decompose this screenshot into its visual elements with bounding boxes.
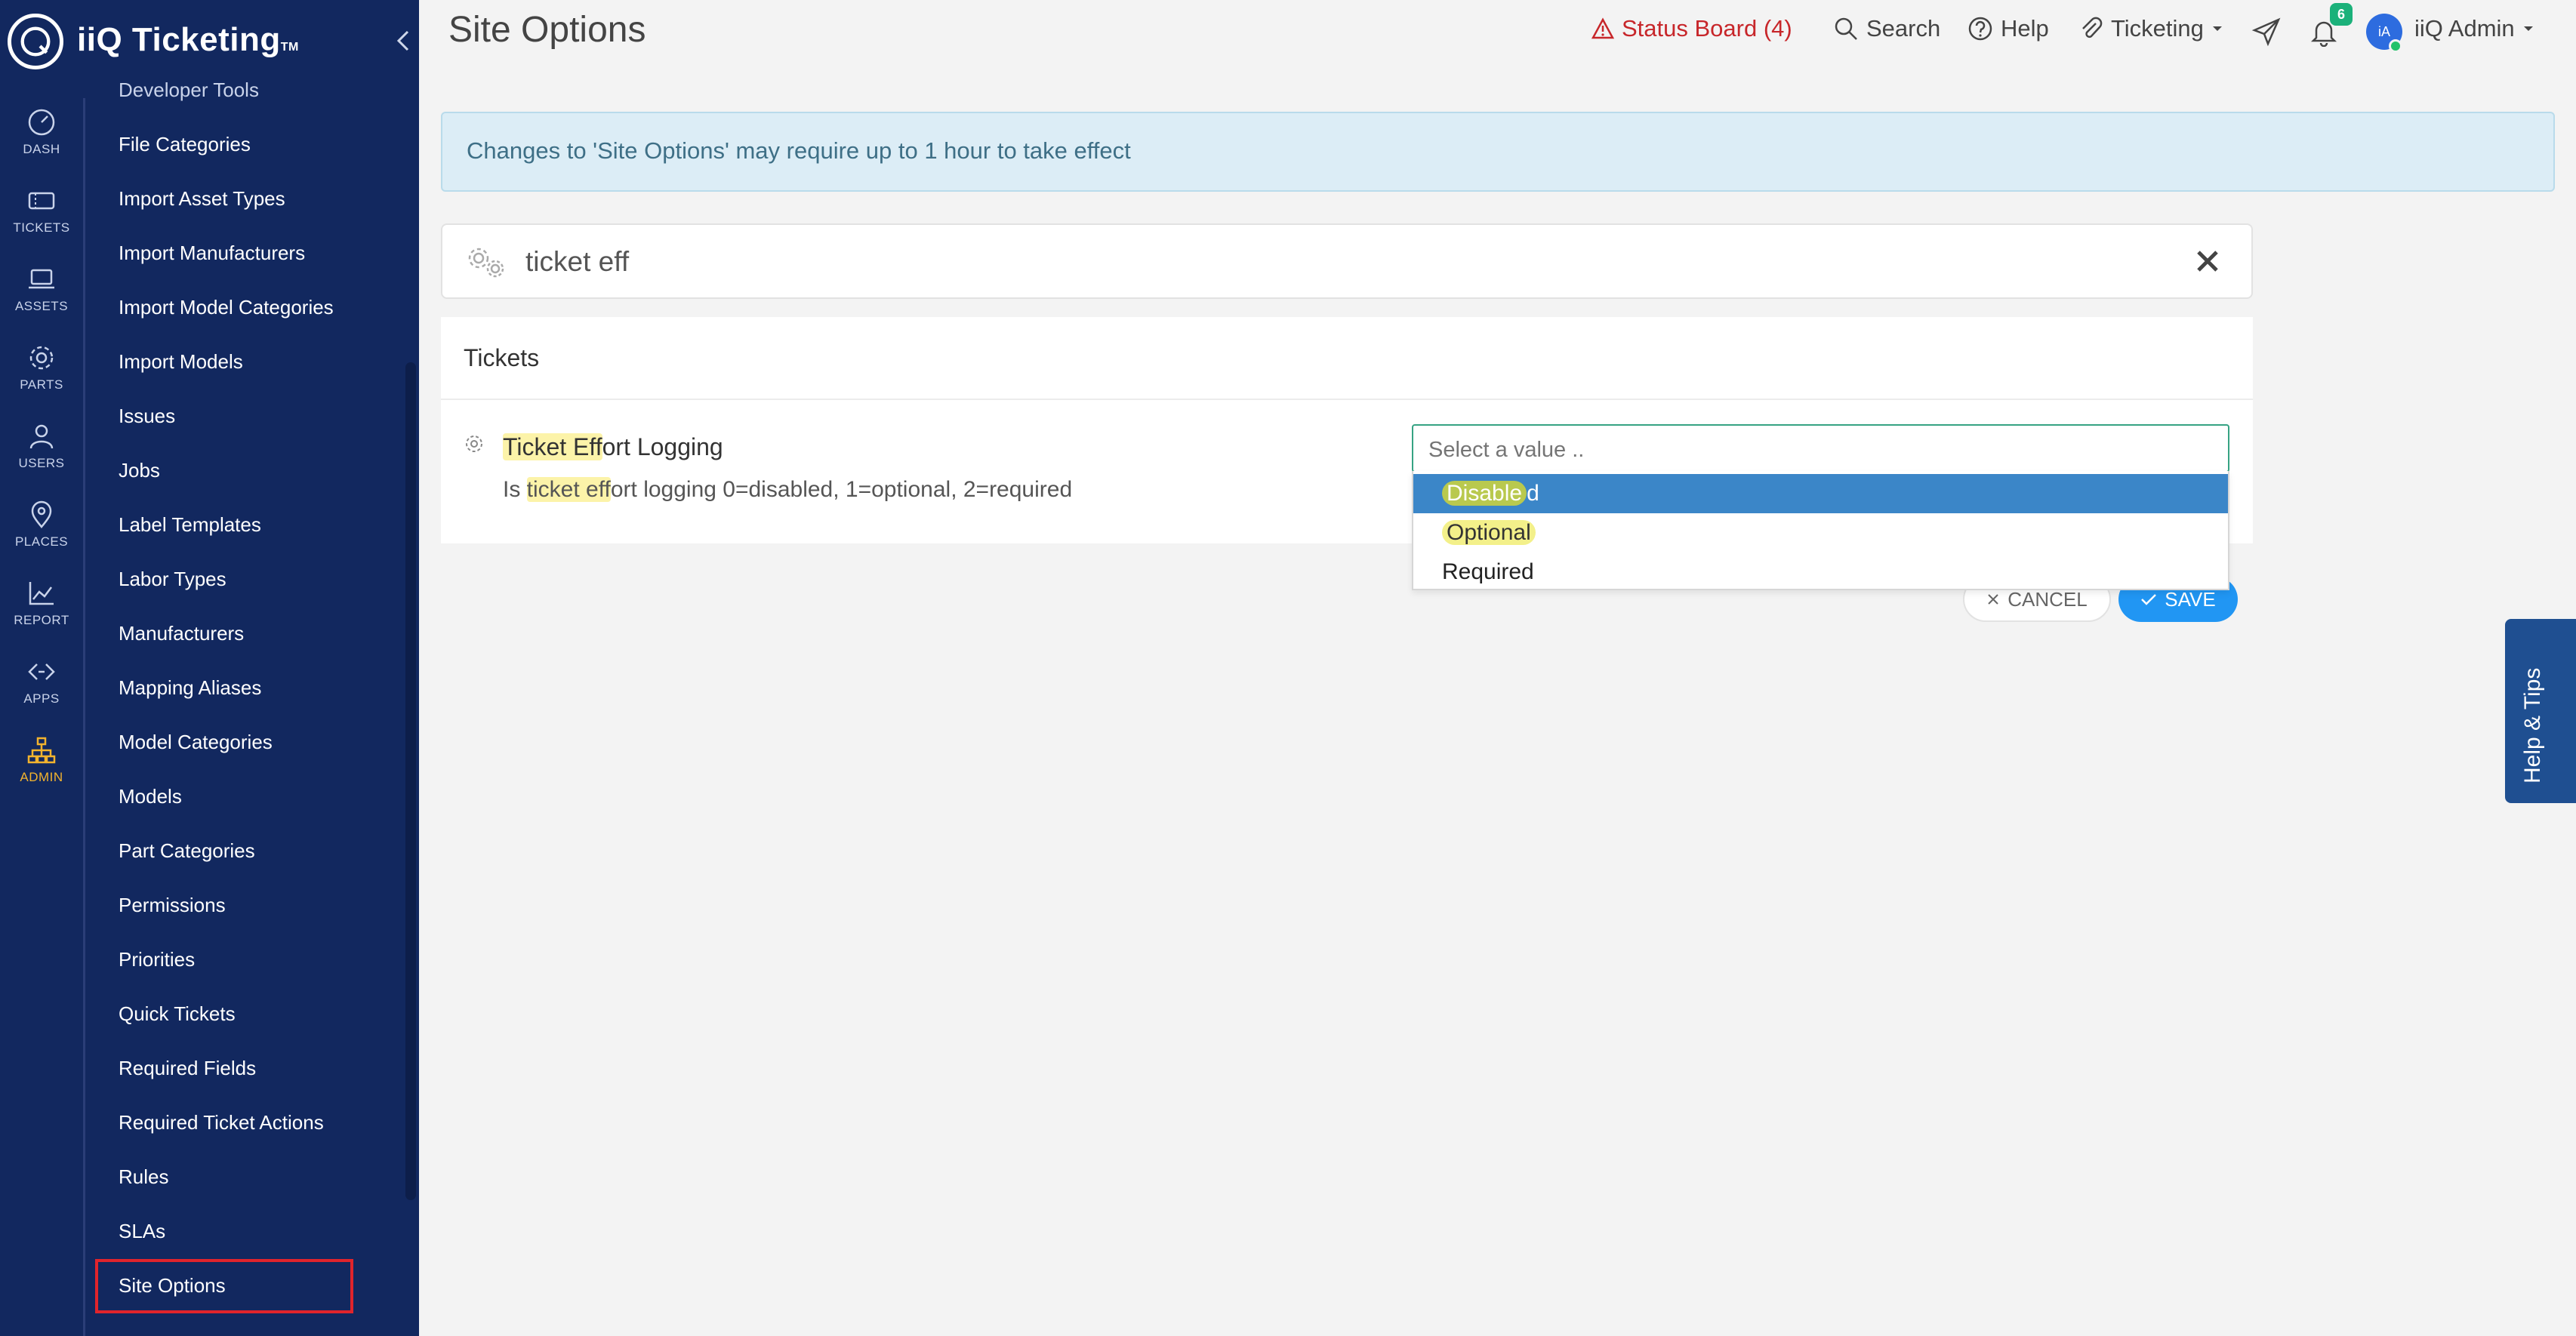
status-board-label: Status Board (4) bbox=[1622, 15, 1792, 42]
menu-item-models[interactable]: Models bbox=[119, 785, 182, 808]
menu-item-priorities[interactable]: Priorities bbox=[119, 948, 195, 971]
option-optional[interactable]: Optional bbox=[1413, 513, 2228, 553]
rail-label: TICKETS bbox=[13, 220, 70, 235]
options-search-input[interactable] bbox=[525, 240, 2111, 284]
menu-item-jobs[interactable]: Jobs bbox=[119, 459, 160, 482]
menu-item-issues[interactable]: Issues bbox=[119, 405, 175, 428]
menu-item-required-ticket-actions[interactable]: Required Ticket Actions bbox=[119, 1111, 324, 1134]
ticketing-label: Ticketing bbox=[2111, 15, 2204, 42]
rail-dash[interactable]: DASH bbox=[0, 98, 83, 166]
caret-down-icon bbox=[2212, 26, 2222, 31]
options-search-bar bbox=[441, 223, 2253, 299]
laptop-icon bbox=[29, 269, 54, 289]
menu-item-rules[interactable]: Rules bbox=[119, 1165, 168, 1189]
send-icon[interactable] bbox=[2251, 17, 2282, 47]
option-disabled[interactable]: Disable d bbox=[1413, 474, 2228, 513]
rail-label: USERS bbox=[18, 456, 65, 470]
ticketing-menu[interactable]: Ticketing bbox=[2078, 15, 2223, 42]
menu-item-import-model-categories[interactable]: Import Model Categories bbox=[119, 296, 334, 319]
help-label: Help bbox=[2001, 15, 2049, 42]
gear-icon bbox=[466, 436, 482, 452]
user-icon bbox=[29, 424, 54, 449]
menu-item-import-models[interactable]: Import Models bbox=[119, 350, 243, 374]
ticket-icon bbox=[28, 192, 55, 210]
info-banner: Changes to 'Site Options' may require up… bbox=[441, 112, 2555, 192]
rail-label: ADMIN bbox=[20, 770, 63, 784]
menu-item-developer-tools[interactable]: Developer Tools bbox=[119, 78, 259, 102]
rail-label: ASSETS bbox=[14, 299, 69, 313]
menu-item-quick-tickets[interactable]: Quick Tickets bbox=[119, 1002, 236, 1026]
menu-divider bbox=[83, 98, 85, 1336]
close-icon bbox=[1988, 594, 1998, 605]
rail-report[interactable]: REPORT bbox=[0, 569, 83, 637]
brand-name: iiQ TicketingTM bbox=[77, 21, 299, 58]
rail-places[interactable]: PLACES bbox=[0, 491, 83, 559]
rail-label: PARTS bbox=[20, 377, 63, 392]
status-board-link[interactable]: Status Board (4) bbox=[1592, 15, 1792, 42]
caret-down-icon bbox=[2523, 26, 2533, 31]
banner-text: Changes to 'Site Options' may require up… bbox=[467, 137, 1131, 164]
menu-item-import-manufacturers[interactable]: Import Manufacturers bbox=[119, 242, 305, 265]
setting-description: Is ticket effort logging 0=disabled, 1=o… bbox=[503, 477, 1073, 502]
gear-icon bbox=[29, 346, 54, 370]
menu-item-model-categories[interactable]: Model Categories bbox=[119, 731, 273, 754]
rail-label: APPS bbox=[23, 691, 60, 706]
search-match-highlight: Ticket Eff bbox=[503, 433, 602, 460]
org-chart-icon bbox=[27, 737, 56, 764]
select-input[interactable] bbox=[1428, 435, 2214, 465]
menu-item-labor-types[interactable]: Labor Types bbox=[119, 568, 226, 591]
menu-item-required-fields[interactable]: Required Fields bbox=[119, 1057, 256, 1080]
rail-label: PLACES bbox=[14, 534, 69, 549]
gears-icon bbox=[468, 248, 504, 278]
rail-admin[interactable]: ADMIN bbox=[0, 726, 83, 794]
menu-scrollbar[interactable] bbox=[405, 362, 416, 1200]
menu-item-slas[interactable]: SLAs bbox=[119, 1220, 165, 1243]
map-pin-icon bbox=[31, 500, 52, 528]
logo-icon bbox=[8, 14, 63, 69]
menu-item-import-asset-types[interactable]: Import Asset Types bbox=[119, 187, 285, 211]
apps-icon bbox=[28, 663, 55, 680]
brand: iiQ TicketingTM bbox=[0, 0, 419, 85]
close-icon[interactable] bbox=[2192, 246, 2223, 276]
user-name: iiQ Admin bbox=[2414, 15, 2515, 42]
section-title: Tickets bbox=[464, 344, 540, 371]
setting-name: Ticket Effort Logging bbox=[503, 433, 723, 460]
rail-label: REPORT bbox=[14, 613, 69, 627]
paperclip-icon bbox=[2082, 17, 2103, 38]
menu-item-part-categories[interactable]: Part Categories bbox=[119, 839, 255, 863]
menu-item-file-categories[interactable]: File Categories bbox=[119, 133, 251, 156]
option-required[interactable]: Required bbox=[1413, 553, 2228, 592]
help-circle-icon bbox=[1968, 17, 1992, 41]
page-title: Site Options bbox=[448, 10, 646, 50]
menu-item-permissions[interactable]: Permissions bbox=[119, 894, 226, 917]
warning-icon bbox=[1592, 17, 1614, 39]
menu-item-label-templates[interactable]: Label Templates bbox=[119, 513, 261, 537]
rail-apps[interactable]: APPS bbox=[0, 648, 83, 716]
rail-label: DASH bbox=[23, 142, 60, 156]
value-select[interactable] bbox=[1412, 424, 2229, 473]
rail-assets[interactable]: ASSETS bbox=[0, 255, 83, 323]
chart-icon bbox=[29, 582, 54, 605]
rail-users[interactable]: USERS bbox=[0, 412, 83, 480]
help-and-tips-tab[interactable]: Help & Tips bbox=[2505, 619, 2576, 803]
collapse-chevron-icon[interactable] bbox=[393, 27, 415, 54]
gauge-icon bbox=[28, 109, 55, 136]
rail-tickets[interactable]: TICKETS bbox=[0, 177, 83, 245]
menu-item-mapping-aliases[interactable]: Mapping Aliases bbox=[119, 676, 261, 700]
search-link[interactable]: Search bbox=[1833, 15, 1940, 42]
search-icon bbox=[1835, 17, 1857, 40]
online-status-dot bbox=[2389, 39, 2402, 53]
menu-item-manufacturers[interactable]: Manufacturers bbox=[119, 622, 244, 645]
check-icon bbox=[2141, 594, 2157, 605]
user-menu[interactable]: iiQ Admin bbox=[2414, 15, 2534, 42]
card-divider bbox=[441, 399, 2253, 400]
notification-badge: 6 bbox=[2330, 3, 2353, 26]
select-dropdown: Disable d Optional Required bbox=[1412, 471, 2229, 590]
search-match-highlight: ticket eff bbox=[526, 477, 611, 502]
help-tab-label: Help & Tips bbox=[2520, 667, 2545, 783]
search-label: Search bbox=[1866, 15, 1941, 42]
help-link[interactable]: Help bbox=[1967, 15, 2049, 42]
menu-item-site-options[interactable]: Site Options bbox=[119, 1274, 226, 1298]
rail-parts[interactable]: PARTS bbox=[0, 334, 83, 402]
